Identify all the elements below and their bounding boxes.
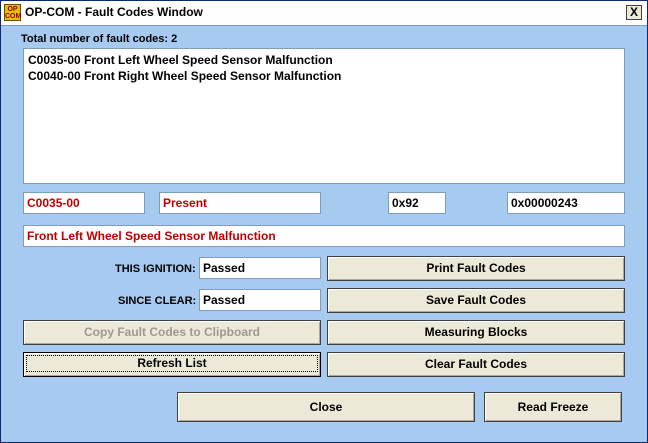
since-clear-label: SINCE CLEAR: <box>118 295 197 307</box>
fault-code-field[interactable]: C0035-00 <box>23 192 145 214</box>
this-ignition-field[interactable]: Passed <box>199 257 321 279</box>
list-item[interactable]: C0040-00 Front Right Wheel Speed Sensor … <box>28 68 620 84</box>
fault-codes-window: OP COM OP-COM - Fault Codes Window X Tot… <box>0 0 648 443</box>
window-title: OP-COM - Fault Codes Window <box>25 5 203 19</box>
fault-description-field[interactable]: Front Left Wheel Speed Sensor Malfunctio… <box>23 225 625 247</box>
read-freeze-button[interactable]: Read Freeze <box>484 392 622 422</box>
measuring-blocks-button[interactable]: Measuring Blocks <box>327 320 625 345</box>
status-byte-field[interactable]: 0x92 <box>388 192 446 214</box>
opcom-app-icon: OP COM <box>4 4 22 21</box>
this-ignition-label: THIS IGNITION: <box>115 263 196 275</box>
total-fault-codes-label: Total number of fault codes: 2 <box>21 33 177 45</box>
fault-data-field[interactable]: 0x00000243 <box>507 192 625 214</box>
fault-status-field[interactable]: Present <box>159 192 321 214</box>
close-window-icon[interactable]: X <box>626 5 642 20</box>
total-label-text: Total number of fault codes: <box>21 33 169 45</box>
close-button[interactable]: Close <box>177 392 475 422</box>
print-fault-codes-button[interactable]: Print Fault Codes <box>327 256 625 281</box>
list-item[interactable]: C0035-00 Front Left Wheel Speed Sensor M… <box>28 52 620 68</box>
save-fault-codes-button[interactable]: Save Fault Codes <box>327 288 625 313</box>
fault-code-list[interactable]: C0035-00 Front Left Wheel Speed Sensor M… <box>23 48 625 184</box>
title-bar[interactable]: OP COM OP-COM - Fault Codes Window X <box>1 1 647 26</box>
total-count: 2 <box>171 33 178 45</box>
clear-fault-codes-button[interactable]: Clear Fault Codes <box>327 352 625 377</box>
copy-to-clipboard-button[interactable]: Copy Fault Codes to Clipboard <box>23 320 321 345</box>
refresh-list-label: Refresh List <box>26 355 318 372</box>
refresh-list-button[interactable]: Refresh List <box>23 352 321 377</box>
since-clear-field[interactable]: Passed <box>199 289 321 311</box>
